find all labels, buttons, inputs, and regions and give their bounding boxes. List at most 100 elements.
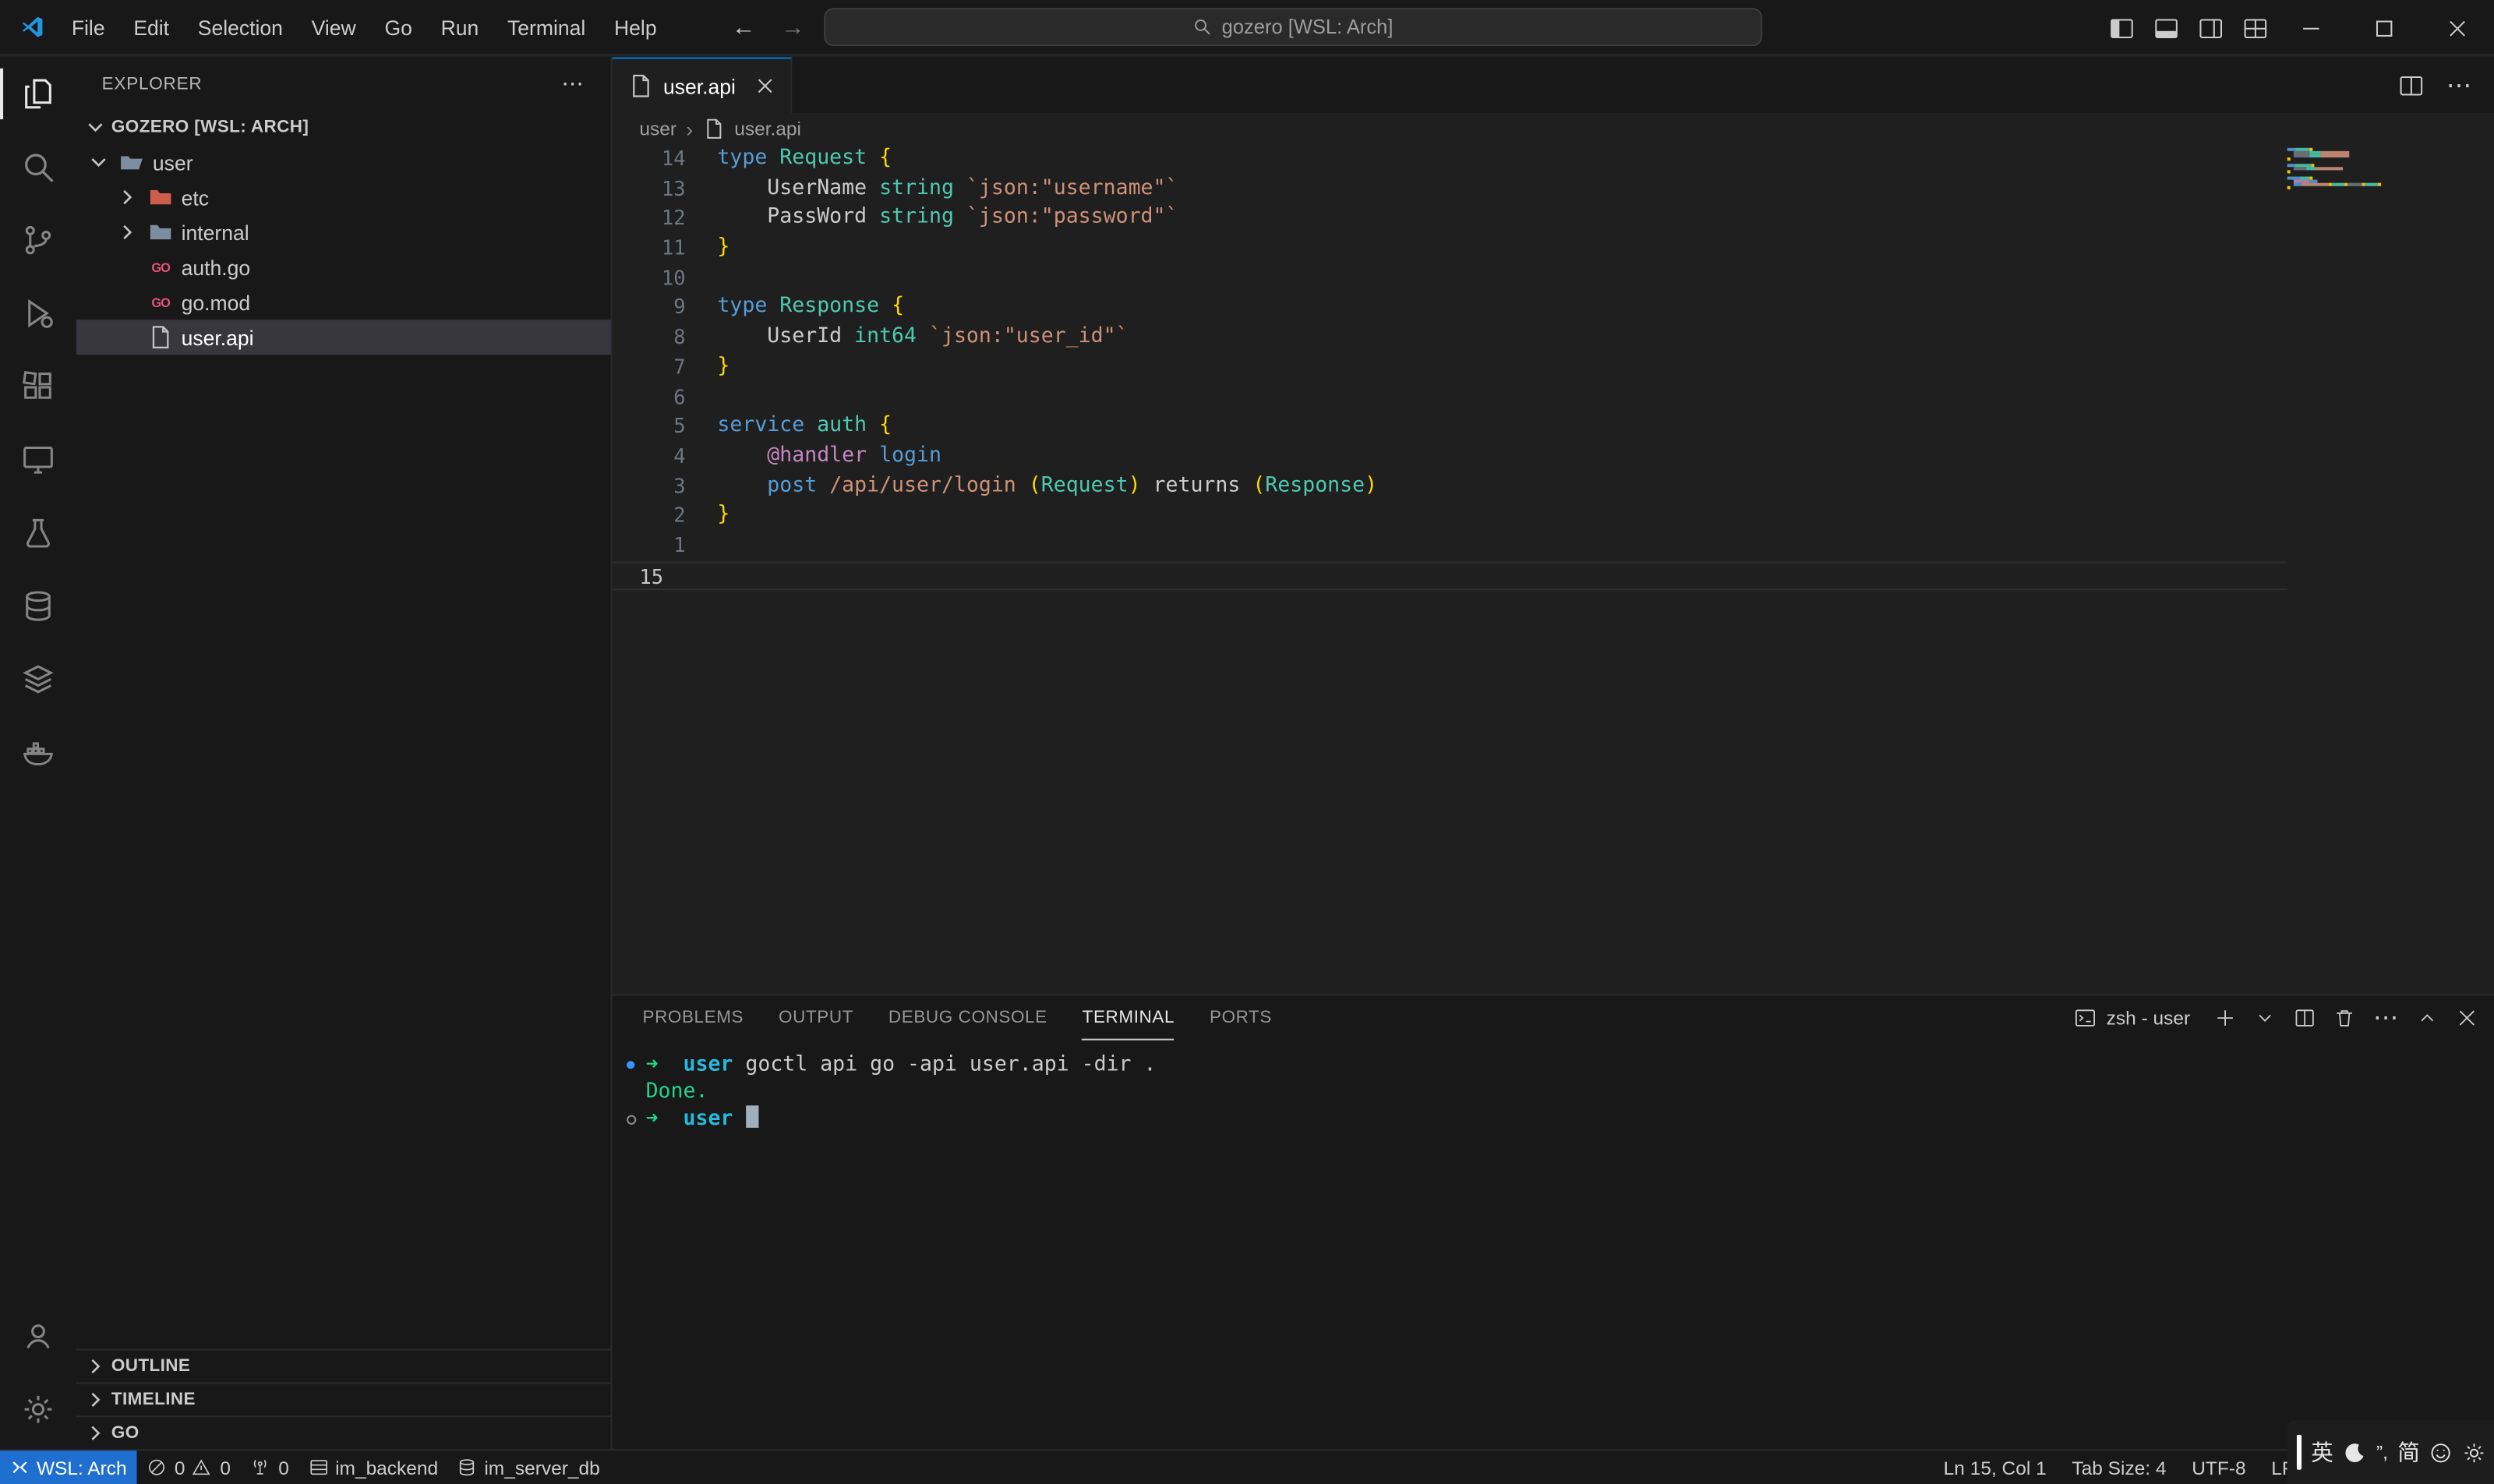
panel-tab-debug-console[interactable]: DEBUG CONSOLE <box>888 996 1047 1041</box>
activitybar-explorer[interactable] <box>0 57 76 130</box>
menu-view[interactable]: View <box>297 0 370 55</box>
back-arrow-icon[interactable]: ← <box>732 14 756 41</box>
panel-tab-output[interactable]: OUTPUT <box>779 996 853 1041</box>
tree-item-internal[interactable]: internal <box>76 215 611 250</box>
vscode-logo-icon <box>19 14 44 40</box>
tree-item-label: go.mod <box>182 290 251 314</box>
connection-im-backend[interactable]: im_backend <box>299 1450 447 1484</box>
maximize-button[interactable] <box>2347 0 2421 55</box>
tree-item-user[interactable]: user <box>76 145 611 180</box>
code-line-5[interactable]: 10 <box>613 263 2287 293</box>
breadcrumb-file[interactable]: user.api <box>734 118 801 140</box>
code-line-7[interactable]: 8 UserId int64 `json:"user_id"` <box>613 323 2287 353</box>
menu-terminal[interactable]: Terminal <box>493 0 600 55</box>
activitybar-extensions[interactable] <box>0 350 76 423</box>
code-line-9[interactable]: 6 <box>613 383 2287 412</box>
activitybar-testing[interactable] <box>0 496 76 570</box>
cursor-position[interactable]: Ln 15, Col 1 <box>1944 1456 2047 1479</box>
panel-tab-ports[interactable]: PORTS <box>1210 996 1272 1041</box>
tree-item-user-api[interactable]: user.api <box>76 320 611 355</box>
ime-emoji-icon[interactable] <box>2429 1440 2453 1465</box>
forward-arrow-icon[interactable]: → <box>781 14 805 41</box>
activitybar-remote-explorer[interactable] <box>0 423 76 496</box>
kill-terminal-icon[interactable] <box>2333 1007 2356 1030</box>
remote-explorer-icon <box>19 440 57 479</box>
code-line-14[interactable]: 1 <box>613 532 2287 561</box>
ports-indicator[interactable]: 0 <box>240 1450 299 1484</box>
ime-punctuation-mode[interactable]: ”, <box>2376 1441 2388 1464</box>
code-line-6[interactable]: 9type Response { <box>613 293 2287 323</box>
section-outline[interactable]: OUTLINE <box>76 1349 611 1383</box>
tree-item-go-mod[interactable]: GOgo.mod <box>76 284 611 320</box>
ime-settings-gear-icon[interactable] <box>2463 1440 2487 1465</box>
connection-im-server-db[interactable]: im_server_db <box>447 1450 609 1484</box>
code-line-3[interactable]: 12 PassWord string `json:"password"` <box>613 204 2287 234</box>
breadcrumb-folder[interactable]: user <box>639 118 676 140</box>
folder-icon <box>148 220 174 246</box>
line-number: 1 <box>613 532 686 561</box>
activitybar-run-debug[interactable] <box>0 277 76 350</box>
menu-edit[interactable]: Edit <box>119 0 183 55</box>
section-go[interactable]: GO <box>76 1415 611 1449</box>
line-content: PassWord string `json:"password"` <box>686 204 1178 234</box>
activitybar-layers[interactable] <box>0 642 76 716</box>
toggle-sidebar-icon[interactable] <box>2109 15 2135 41</box>
panel-tab-terminal[interactable]: TERMINAL <box>1083 996 1175 1041</box>
activitybar-docker[interactable] <box>0 716 76 789</box>
activitybar-account[interactable] <box>0 1299 76 1373</box>
remote-indicator[interactable]: WSL: Arch <box>0 1450 136 1484</box>
code-line-2[interactable]: 13 UserName string `json:"username"` <box>613 175 2287 204</box>
panel-tab-problems[interactable]: PROBLEMS <box>642 996 744 1041</box>
activitybar-source-control[interactable] <box>0 203 76 277</box>
tab-user-api[interactable]: user.api <box>613 57 792 112</box>
activitybar-settings[interactable] <box>0 1373 76 1446</box>
indentation[interactable]: Tab Size: 4 <box>2072 1456 2166 1479</box>
menu-file[interactable]: File <box>57 0 118 55</box>
maximize-panel-icon[interactable] <box>2416 1007 2439 1030</box>
sidebar-more-actions-icon[interactable]: ⋯ <box>561 70 585 97</box>
new-terminal-icon[interactable] <box>2214 1007 2237 1030</box>
section-timeline[interactable]: TIMELINE <box>76 1382 611 1415</box>
command-center[interactable]: gozero [WSL: Arch] <box>824 8 1762 46</box>
code-line-8[interactable]: 7} <box>613 353 2287 383</box>
menu-go[interactable]: Go <box>370 0 426 55</box>
more-actions-icon[interactable]: ⋯ <box>2446 69 2472 101</box>
close-panel-icon[interactable] <box>2456 1007 2478 1030</box>
problems-indicator[interactable]: 0 0 <box>136 1450 240 1484</box>
minimize-button[interactable] <box>2274 0 2347 55</box>
tree-item-auth-go[interactable]: GOauth.go <box>76 249 611 284</box>
close-button[interactable] <box>2421 0 2494 55</box>
terminal-dropdown-icon[interactable] <box>2254 1007 2277 1030</box>
code-editor[interactable]: 14type Request {13 UserName string `json… <box>613 145 2494 995</box>
minimap[interactable] <box>2287 148 2475 995</box>
command-decoration-circle[interactable] <box>625 1105 646 1132</box>
command-decoration-dot[interactable] <box>625 1051 646 1079</box>
activitybar-search[interactable] <box>0 130 76 203</box>
terminal-viewport[interactable]: ➜ user goctl api go -api user.api -dir .… <box>613 1041 2494 1449</box>
split-terminal-icon[interactable] <box>2294 1007 2316 1030</box>
code-line-15[interactable]: 15 <box>613 561 2287 591</box>
tab-close-icon[interactable] <box>754 76 773 95</box>
menu-selection[interactable]: Selection <box>183 0 297 55</box>
ime-charset-mode[interactable]: 简 <box>2397 1436 2420 1468</box>
terminal-profile[interactable]: zsh - user <box>2075 1007 2190 1030</box>
encoding[interactable]: UTF-8 <box>2192 1456 2245 1479</box>
toggle-secondary-sidebar-icon[interactable] <box>2198 15 2224 41</box>
workspace-root-folder[interactable]: GOZERO [WSL: ARCH] <box>76 110 611 145</box>
ime-halfwidth-moon-icon[interactable] <box>2343 1440 2367 1465</box>
code-line-11[interactable]: 4 @handler login <box>613 442 2287 472</box>
tree-item-etc[interactable]: etc <box>76 180 611 215</box>
code-line-4[interactable]: 11} <box>613 234 2287 263</box>
code-line-1[interactable]: 14type Request { <box>613 145 2287 175</box>
customize-layout-icon[interactable] <box>2243 15 2269 41</box>
panel-more-actions-icon[interactable]: ⋯ <box>2373 1002 2399 1034</box>
menu-help[interactable]: Help <box>600 0 671 55</box>
activitybar-database[interactable] <box>0 570 76 643</box>
split-editor-icon[interactable] <box>2399 72 2425 98</box>
code-line-12[interactable]: 3 post /api/user/login (Request) returns… <box>613 472 2287 501</box>
toggle-panel-icon[interactable] <box>2153 15 2179 41</box>
menu-run[interactable]: Run <box>426 0 493 55</box>
code-line-10[interactable]: 5service auth { <box>613 412 2287 442</box>
ime-language-mode[interactable]: 英 <box>2311 1436 2333 1468</box>
code-line-13[interactable]: 2} <box>613 501 2287 531</box>
